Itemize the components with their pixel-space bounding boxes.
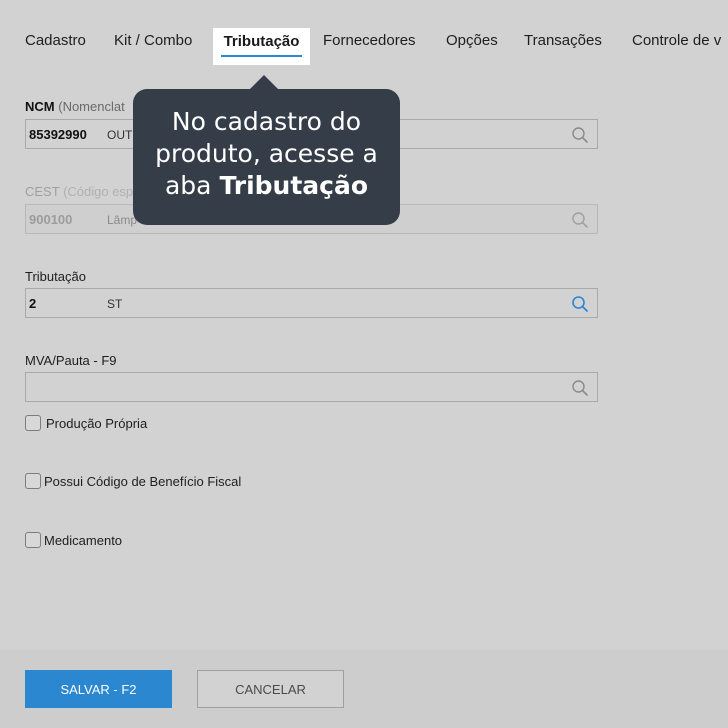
search-icon[interactable] [571,126,589,144]
search-icon [571,211,589,229]
footer-bar: SALVAR - F2 CANCELAR [0,650,728,728]
cest-label: CEST (Código esp [25,184,133,199]
ncm-label: NCM (Nomenclat [25,99,125,114]
cancel-button[interactable]: CANCELAR [197,670,344,708]
save-button[interactable]: SALVAR - F2 [25,670,172,708]
tooltip-line-3-bold: Tributação [219,171,369,200]
cest-description: Lâmp [107,213,138,227]
producao-propria-label: Produção Própria [46,416,148,431]
tributacao-description: ST [107,297,123,311]
mva-field[interactable] [25,372,598,402]
tooltip-text: No cadastro do produto, acesse a aba Tri… [133,106,400,202]
tab-controle[interactable]: Controle de v [632,32,721,49]
tab-transacoes[interactable]: Transações [524,32,602,49]
cest-code: 900100 [29,212,73,227]
tributacao-field[interactable]: 2 ST [25,288,598,318]
tooltip-arrow [250,75,278,89]
medicamento-label: Medicamento [44,533,123,548]
tooltip-line-2: produto, acesse a [155,139,378,168]
tutorial-tooltip: No cadastro do produto, acesse a aba Tri… [133,75,400,225]
cest-label-detail: (Código esp [63,184,134,199]
producao-propria-checkbox[interactable] [25,415,41,431]
medicamento-checkbox[interactable] [25,532,41,548]
ncm-code: 85392990 [29,127,87,142]
active-tab-indicator [221,55,302,57]
cest-label-main: CEST [25,184,60,199]
ncm-label-main: NCM [25,99,55,114]
beneficio-fiscal-label: Possui Código de Benefício Fiscal [44,474,242,489]
tab-fornecedores[interactable]: Fornecedores [323,32,416,49]
tributacao-code: 2 [29,296,37,311]
search-icon[interactable] [571,295,589,313]
tributacao-label: Tributação [25,269,86,284]
beneficio-fiscal-checkbox[interactable] [25,473,41,489]
search-icon[interactable] [571,379,589,397]
tab-tributacao[interactable]: Tributação [213,28,310,65]
mva-label: MVA/Pauta - F9 [25,353,117,368]
tooltip-line-3-prefix: aba [164,171,220,200]
tab-bar: Cadastro Kit / Combo Tributação Forneced… [0,0,728,80]
ncm-description: OUTI [107,128,136,142]
ncm-label-detail: (Nomenclat [58,99,125,114]
tooltip-line-3: aba Tributação [133,170,400,202]
tab-tributacao-label: Tributação [223,33,300,50]
tab-cadastro[interactable]: Cadastro [25,32,86,49]
tab-kit-combo[interactable]: Kit / Combo [114,32,192,49]
tab-opcoes[interactable]: Opções [446,32,498,49]
tooltip-line-1: No cadastro do [171,107,362,136]
